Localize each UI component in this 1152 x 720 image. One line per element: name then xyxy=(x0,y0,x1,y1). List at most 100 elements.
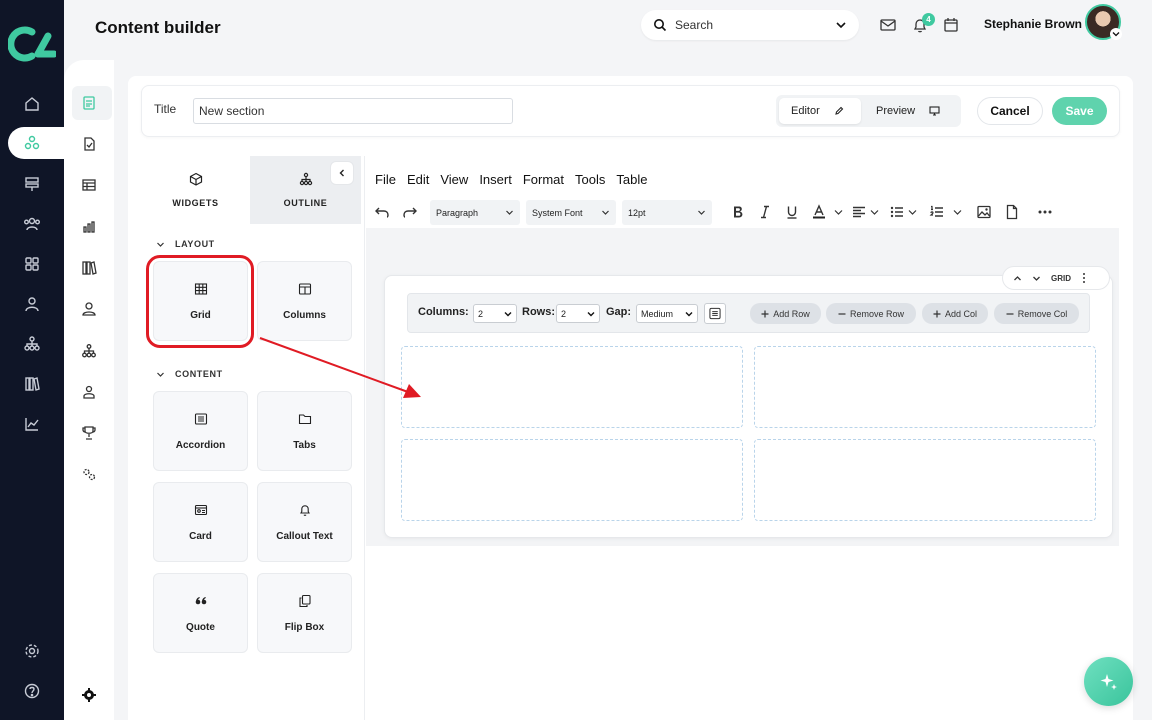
remove-col-label: Remove Col xyxy=(1017,308,1068,319)
menu-edit[interactable]: Edit xyxy=(407,172,429,187)
calendar-icon[interactable] xyxy=(942,16,960,34)
side2-charts[interactable] xyxy=(64,211,114,243)
italic-icon[interactable] xyxy=(757,204,773,220)
books-icon xyxy=(25,377,40,391)
rail-users[interactable] xyxy=(0,208,64,240)
grid-cell[interactable] xyxy=(754,346,1096,428)
chevron-up-icon[interactable] xyxy=(1013,274,1022,283)
document-icon[interactable] xyxy=(1004,204,1020,220)
menu-view[interactable]: View xyxy=(440,172,468,187)
side2-file-check[interactable] xyxy=(64,128,114,160)
preview-mode-button[interactable]: Preview xyxy=(864,98,958,124)
hierarchy-icon xyxy=(24,336,40,351)
chevron-down-icon xyxy=(157,242,164,247)
preview-mode-label: Preview xyxy=(876,105,916,117)
file-check-icon xyxy=(84,137,95,151)
image-icon[interactable] xyxy=(976,204,992,220)
cancel-button[interactable]: Cancel xyxy=(977,97,1043,125)
side2-hierarchy[interactable] xyxy=(64,335,114,367)
menu-format[interactable]: Format xyxy=(523,172,564,187)
chevron-down-icon[interactable] xyxy=(952,204,963,220)
rail-content-builder[interactable] xyxy=(0,127,64,159)
section-content-header[interactable]: CONTENT xyxy=(156,369,223,379)
add-col-label: Add Col xyxy=(944,308,978,319)
search-input[interactable]: Search xyxy=(675,18,835,32)
remove-col-button[interactable]: Remove Col xyxy=(994,303,1079,324)
quote-icon xyxy=(195,596,206,604)
align-left-icon[interactable] xyxy=(851,204,867,220)
widget-flip-box[interactable]: Flip Box xyxy=(257,573,352,653)
block-format-select[interactable]: Paragraph xyxy=(430,200,520,225)
table-icon xyxy=(82,179,96,191)
rail-apps[interactable] xyxy=(0,248,64,280)
side2-library[interactable] xyxy=(64,252,114,284)
side2-gears[interactable] xyxy=(64,458,114,490)
columns-select[interactable]: 2 xyxy=(473,304,517,323)
widget-accordion[interactable]: Accordion xyxy=(153,391,248,471)
search-box[interactable]: Search xyxy=(641,10,859,40)
mail-icon[interactable] xyxy=(879,16,897,34)
save-button[interactable]: Save xyxy=(1052,97,1107,125)
gap-select[interactable]: Medium xyxy=(636,304,698,323)
grid-cell[interactable] xyxy=(401,346,743,428)
avatar-menu[interactable] xyxy=(1110,28,1122,40)
hierarchy-icon xyxy=(299,172,312,186)
side2-settings[interactable] xyxy=(64,679,114,711)
side2-trophy[interactable] xyxy=(64,417,114,449)
rail-hierarchy[interactable] xyxy=(0,328,64,360)
editor-mode-button[interactable]: Editor xyxy=(779,98,861,124)
chevron-down-icon[interactable] xyxy=(1032,274,1041,283)
widget-card[interactable]: Card xyxy=(153,482,248,562)
menu-insert[interactable]: Insert xyxy=(479,172,512,187)
rail-profile[interactable] xyxy=(0,288,64,320)
side2-pages[interactable] xyxy=(64,87,114,119)
chevron-down-icon[interactable] xyxy=(907,204,918,220)
user-name[interactable]: Stephanie Brown xyxy=(984,17,1082,31)
grid-cell[interactable] xyxy=(401,439,743,521)
gear-icon xyxy=(25,644,39,658)
text-color-icon[interactable] xyxy=(811,204,827,220)
redo-icon[interactable] xyxy=(402,204,418,220)
rail-home[interactable] xyxy=(0,88,64,120)
menu-table[interactable]: Table xyxy=(616,172,647,187)
widget-columns[interactable]: Columns xyxy=(257,261,352,341)
ai-assistant-button[interactable] xyxy=(1084,657,1133,706)
rail-library[interactable] xyxy=(0,368,64,400)
rail-layers[interactable] xyxy=(0,168,64,200)
bold-icon[interactable] xyxy=(730,204,746,220)
font-family-select[interactable]: System Font xyxy=(526,200,616,225)
underline-icon[interactable] xyxy=(784,204,800,220)
app-logo[interactable] xyxy=(8,24,56,64)
grid-block-controls: GRID xyxy=(1002,266,1110,290)
chevron-down-icon[interactable] xyxy=(833,204,844,220)
more-options-icon[interactable] xyxy=(1037,204,1053,220)
rail-analytics[interactable] xyxy=(0,408,64,440)
chevron-down-icon[interactable] xyxy=(869,204,880,220)
rail-settings[interactable] xyxy=(0,635,64,667)
widget-callout-text[interactable]: Callout Text xyxy=(257,482,352,562)
books-icon xyxy=(82,261,97,275)
widget-quote[interactable]: Quote xyxy=(153,573,248,653)
title-input[interactable] xyxy=(193,98,513,124)
side2-admin[interactable] xyxy=(64,376,114,408)
grid-cell[interactable] xyxy=(754,439,1096,521)
add-row-button[interactable]: Add Row xyxy=(750,303,821,324)
add-col-button[interactable]: Add Col xyxy=(922,303,988,324)
side2-table[interactable] xyxy=(64,169,114,201)
rows-select[interactable]: 2 xyxy=(556,304,600,323)
menu-file[interactable]: File xyxy=(375,172,396,187)
bullet-list-icon[interactable] xyxy=(889,204,905,220)
widget-tabs[interactable]: Tabs xyxy=(257,391,352,471)
remove-row-button[interactable]: Remove Row xyxy=(826,303,916,324)
undo-icon[interactable] xyxy=(374,204,390,220)
side2-user[interactable] xyxy=(64,293,114,325)
menu-tools[interactable]: Tools xyxy=(575,172,605,187)
section-layout-header[interactable]: LAYOUT xyxy=(156,239,215,249)
collapse-panel-button[interactable] xyxy=(330,161,354,185)
kebab-menu-icon[interactable] xyxy=(1081,272,1087,284)
grid-options-button[interactable] xyxy=(704,303,726,324)
font-size-select[interactable]: 12pt xyxy=(622,200,712,225)
tab-widgets[interactable]: WIDGETS xyxy=(140,156,251,224)
rail-help[interactable] xyxy=(0,675,64,707)
numbered-list-icon[interactable] xyxy=(929,204,945,220)
